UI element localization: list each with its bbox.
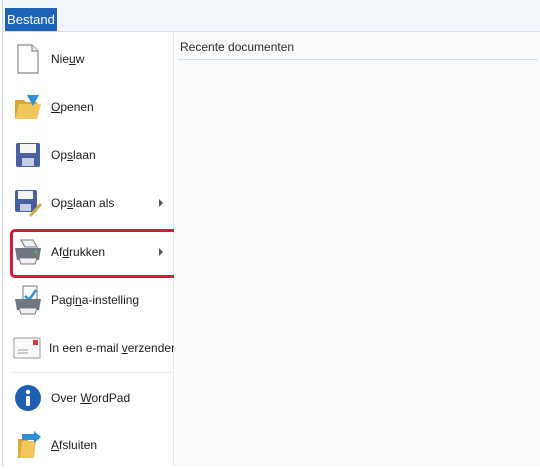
menu-item-label: Openen — [51, 100, 94, 114]
recent-documents-divider — [178, 59, 538, 60]
menu-item-label: Opslaan als — [51, 196, 115, 210]
wordpad-window: Bestand Nieuw Openen Opslaan Opslaan als… — [2, 0, 540, 466]
menu-item-label: In een e-mail verzenden — [49, 341, 178, 355]
menu-separator — [13, 372, 171, 373]
menu-item-label: Pagina-instelling — [51, 293, 140, 307]
save-icon — [13, 140, 43, 170]
save-as-icon — [13, 188, 43, 218]
info-icon — [13, 383, 43, 413]
menu-item-label: Afsluiten — [51, 438, 98, 452]
exit-icon — [13, 430, 43, 460]
menu-item-label: Opslaan — [51, 148, 96, 162]
menu-item-page-setup[interactable]: Pagina-instelling — [9, 276, 169, 324]
print-highlight-frame — [10, 229, 181, 278]
menu-item-label: Nieuw — [51, 52, 85, 66]
submenu-arrow-icon — [159, 199, 163, 207]
menu-item-about[interactable]: Over WordPad — [9, 374, 169, 422]
menu-item-email[interactable]: In een e-mail verzenden — [9, 324, 178, 372]
page-setup-icon — [13, 285, 43, 315]
recent-documents-panel: Recente documenten — [174, 32, 540, 466]
menu-item-save[interactable]: Opslaan — [9, 131, 169, 179]
file-tab[interactable]: Bestand — [5, 8, 57, 31]
new-document-icon — [13, 44, 43, 74]
menu-item-open[interactable]: Openen — [9, 83, 169, 131]
menu-item-label: Over WordPad — [51, 391, 131, 405]
menu-item-save-as[interactable]: Opslaan als — [9, 179, 169, 227]
recent-documents-title: Recente documenten — [180, 40, 295, 54]
email-icon — [13, 333, 41, 363]
menu-item-exit[interactable]: Afsluiten — [9, 421, 169, 469]
open-folder-icon — [13, 92, 43, 122]
ribbon-bar: Bestand — [3, 0, 540, 32]
menu-item-new[interactable]: Nieuw — [9, 35, 169, 83]
